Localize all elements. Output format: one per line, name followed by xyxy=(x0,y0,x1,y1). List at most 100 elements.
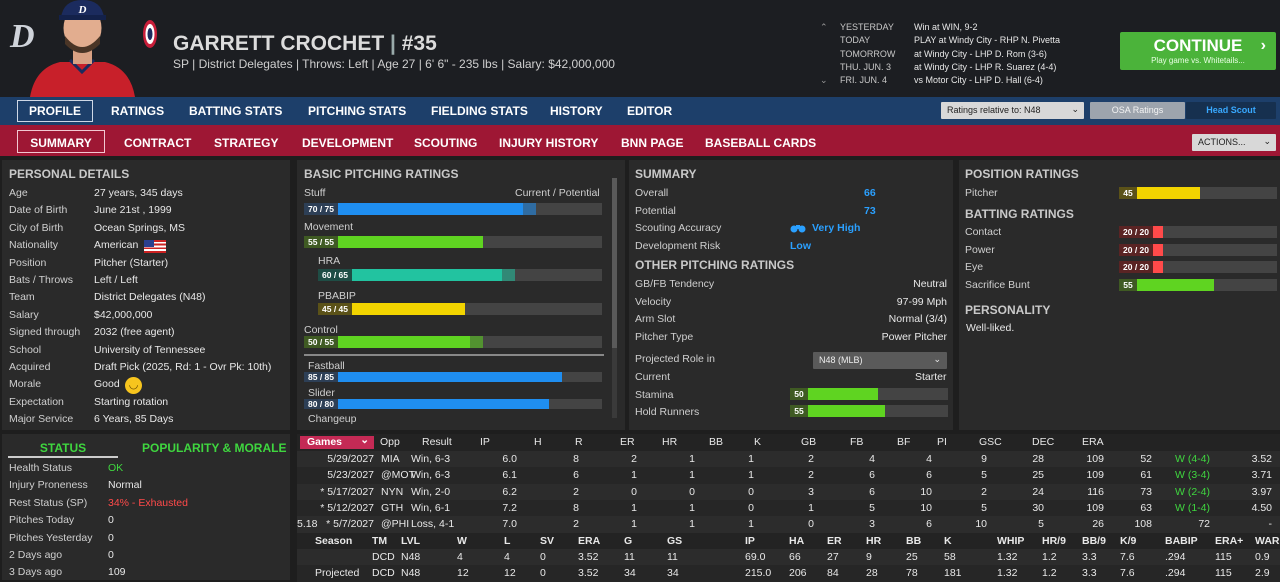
tab-summary[interactable]: SUMMARY xyxy=(17,130,105,153)
ratings-relative-select[interactable]: Ratings relative to: N48 ⌄ xyxy=(941,102,1084,119)
detail-value: Pitcher (Starter) xyxy=(94,256,169,269)
rating-bar: 45 / 45 xyxy=(318,303,602,315)
column-header[interactable]: H xyxy=(534,436,542,448)
detail-value: Starting rotation xyxy=(94,395,169,408)
current-fill xyxy=(808,388,878,400)
column-header[interactable]: ER xyxy=(827,535,842,547)
tab-editor[interactable]: EDITOR xyxy=(627,104,672,118)
tab-ratings[interactable]: RATINGS xyxy=(111,104,164,118)
osa-ratings-button[interactable]: OSA Ratings xyxy=(1090,102,1185,119)
column-header[interactable]: Opp xyxy=(380,436,400,448)
tab-fielding-stats[interactable]: FIELDING STATS xyxy=(431,104,528,118)
column-header[interactable]: K/9 xyxy=(1120,535,1136,547)
schedule-row: ⌄ FRI. JUN. 4 vs Motor City - LHP D. Hall … xyxy=(818,75,1118,88)
column-header[interactable]: GB xyxy=(801,436,816,448)
head-scout-button[interactable]: Head Scout xyxy=(1186,102,1276,119)
column-header[interactable]: G xyxy=(624,535,632,547)
table-cell: 1 xyxy=(689,469,695,482)
column-header[interactable]: ERA+ xyxy=(1215,535,1243,547)
other-value: Neutral xyxy=(913,278,947,290)
pitcher-bar: 45 xyxy=(1119,187,1277,199)
tab-bnn-page[interactable]: BNN PAGE xyxy=(621,136,683,150)
personal-details-panel: PERSONAL DETAILS Age 27 years, 345 days Da… xyxy=(2,160,290,430)
tab-status[interactable]: STATUS xyxy=(8,438,118,458)
tab-contract[interactable]: CONTRACT xyxy=(124,136,191,150)
tab-strategy[interactable]: STRATEGY xyxy=(214,136,278,150)
flag-canton xyxy=(144,240,154,248)
table-cell: 61 xyxy=(1140,469,1152,482)
column-header[interactable]: GS xyxy=(667,535,682,547)
scrollbar[interactable] xyxy=(612,178,617,418)
table-cell: 2 xyxy=(573,485,579,498)
tab-profile[interactable]: PROFILE xyxy=(17,100,93,122)
bar-label: 85 / 85 xyxy=(304,372,338,382)
current-fill xyxy=(1137,187,1200,199)
column-header[interactable]: BB/9 xyxy=(1082,535,1106,547)
table-cell: 1.2 xyxy=(1042,551,1057,563)
column-header[interactable]: K xyxy=(944,535,952,547)
column-header[interactable]: ER xyxy=(620,436,635,448)
actions-dropdown[interactable]: ACTIONS... ⌄ xyxy=(1192,134,1276,151)
schedule-text[interactable]: PLAY at Windy City - RHP N. Pivetta xyxy=(914,35,1060,48)
column-header[interactable]: GSC xyxy=(979,436,1002,448)
table-cell: Win, 6-3 xyxy=(411,469,451,482)
column-header[interactable]: Result xyxy=(422,436,452,448)
tab-batting-stats[interactable]: BATTING STATS xyxy=(189,104,282,118)
column-header[interactable]: DEC xyxy=(1032,436,1054,448)
projected-role-select[interactable]: N48 (MLB) ⌄ xyxy=(813,352,947,369)
column-header[interactable]: PI xyxy=(937,436,947,448)
tab-development[interactable]: DEVELOPMENT xyxy=(302,136,393,150)
detail-value: Good xyxy=(94,378,120,391)
column-header[interactable]: BABIP xyxy=(1165,535,1198,547)
column-header[interactable]: ERA xyxy=(1082,436,1104,448)
chevron-down-icon: ⌄ xyxy=(1071,104,1079,114)
table-cell: 63 xyxy=(1140,501,1152,514)
detail-label: Signed through xyxy=(9,326,81,339)
column-header[interactable]: ERA xyxy=(578,535,600,547)
column-header[interactable]: W xyxy=(457,535,467,547)
table-cell: * 5/17/2027 xyxy=(320,485,374,498)
column-header[interactable]: BF xyxy=(897,436,910,448)
column-header[interactable]: HA xyxy=(789,535,804,547)
column-header[interactable]: WAR xyxy=(1255,535,1280,547)
table-cell: 0 xyxy=(689,485,695,498)
column-header[interactable]: BB xyxy=(906,535,921,547)
other-pitching-title: OTHER PITCHING RATINGS xyxy=(635,258,795,272)
table-cell: 1 xyxy=(808,501,814,514)
column-header[interactable]: HR xyxy=(866,535,881,547)
column-header[interactable]: LVL xyxy=(401,535,420,547)
column-header[interactable]: TM xyxy=(372,535,387,547)
schedule-text[interactable]: at Windy City - LHP R. Suarez (4-4) xyxy=(914,62,1056,75)
column-header[interactable]: HR/9 xyxy=(1042,535,1066,547)
tab-popularity-morale[interactable]: POPULARITY & MORALE xyxy=(142,441,286,455)
tab-baseball-cards[interactable]: BASEBALL CARDS xyxy=(705,136,816,150)
table-cell: 3 xyxy=(869,518,875,531)
column-header[interactable]: K xyxy=(754,436,761,448)
rating-name: PBABIP xyxy=(318,290,356,302)
table-row: * 5/17/2027 NYN Win, 2-0 6.2 2 0 0 0 3 6 10 2 24 116 7… xyxy=(297,483,1280,501)
column-header[interactable]: FB xyxy=(850,436,863,448)
schedule-text[interactable]: vs Motor City - LHP D. Hall (6-4) xyxy=(914,75,1043,88)
tab-injury-history[interactable]: INJURY HISTORY xyxy=(499,136,598,150)
column-header[interactable]: R xyxy=(575,436,583,448)
column-header[interactable]: IP xyxy=(480,436,490,448)
player-name: GARRETT CROCHET | #35 xyxy=(173,32,437,55)
table-cell: 69.0 xyxy=(745,551,766,563)
column-header[interactable]: SV xyxy=(540,535,554,547)
tab-scouting[interactable]: SCOUTING xyxy=(414,136,477,150)
chevron-up-icon[interactable]: ⌃ xyxy=(820,22,828,33)
chevron-down-icon[interactable]: ⌄ xyxy=(820,75,828,86)
column-header[interactable]: Season xyxy=(315,535,352,547)
schedule-text[interactable]: Win at WIN, 9-2 xyxy=(914,22,978,35)
table-cell: 24 xyxy=(1032,485,1044,498)
column-header[interactable]: BB xyxy=(709,436,723,448)
tab-pitching-stats[interactable]: PITCHING STATS xyxy=(308,104,406,118)
tab-history[interactable]: HISTORY xyxy=(550,104,603,118)
column-header[interactable]: IP xyxy=(745,535,755,547)
continue-button[interactable]: CONTINUE Play game vs. Whitetails... › xyxy=(1120,32,1276,70)
column-header[interactable]: L xyxy=(504,535,510,547)
table-cell: 8 xyxy=(573,501,579,514)
column-header[interactable]: WHIP xyxy=(997,535,1024,547)
schedule-text[interactable]: at Windy City - LHP D. Rom (3-6) xyxy=(914,49,1047,62)
column-header[interactable]: HR xyxy=(662,436,677,448)
